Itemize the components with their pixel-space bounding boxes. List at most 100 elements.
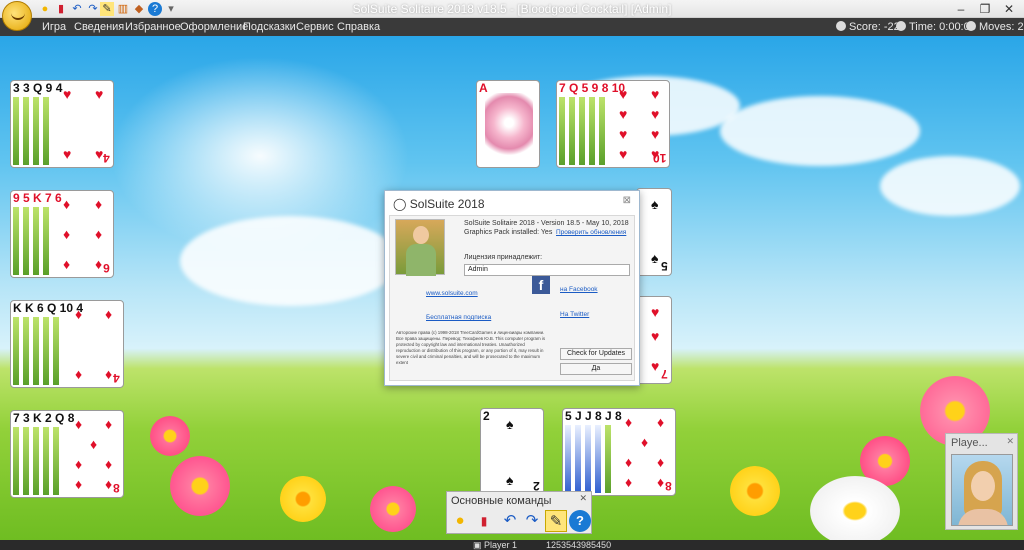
tableau-column-2[interactable]: 9 5 K 7 6 ♦ ♦ ♦ ♦ ♦ ♦ 6 xyxy=(10,190,114,278)
undo-icon[interactable]: ↶ xyxy=(499,510,521,532)
menu-info[interactable]: Сведения xyxy=(74,21,124,33)
close-button[interactable]: ✕ xyxy=(998,1,1020,17)
heart-icon: ♥ xyxy=(651,304,660,320)
dialog-title-text: SolSuite 2018 xyxy=(409,197,485,211)
lady-portrait-image xyxy=(395,219,445,276)
diamond-icon: ♦ xyxy=(105,416,113,432)
tableau-column-9[interactable]: 5 J J 8 J 8 ♦ ♦ ♦ ♦ ♦ ♦ ♦ 8 xyxy=(562,408,676,496)
menu-appearance[interactable]: Оформление xyxy=(180,21,248,33)
dialog-close-button[interactable]: ⊠ xyxy=(623,195,631,206)
heart-icon: ♥ xyxy=(619,106,628,122)
clock-icon xyxy=(896,21,906,31)
menu-service[interactable]: Сервис xyxy=(296,21,334,33)
spade-icon: ♠ xyxy=(651,250,659,266)
check-updates-link[interactable]: Проверить обновления xyxy=(556,229,626,236)
facebook-link[interactable]: на Facebook xyxy=(560,286,598,293)
hint-icon[interactable]: ✎ xyxy=(545,510,567,532)
command-toolbar-title: Основные команды xyxy=(451,495,552,507)
diamond-icon: ♦ xyxy=(657,414,665,430)
tableau-column-1[interactable]: 3 3 Q 9 4 ♥ ♥ ♥ ♥ 4 xyxy=(10,80,114,168)
newsletter-link[interactable]: Бесплатная подписка xyxy=(426,314,491,321)
status-bar: ▣ Player 1 1253543985450 xyxy=(0,540,1024,550)
command-toolbar-close[interactable]: ✕ xyxy=(579,493,587,504)
diamond-icon: ♦ xyxy=(95,226,103,242)
diamond-icon: ♦ xyxy=(625,414,633,430)
card-corner-rank: 8 xyxy=(113,481,120,495)
tableau-column-5[interactable]: 7 Q 5 9 8 10 ♥ ♥ ♥ ♥ ♥ ♥ ♥ ♥ 10 xyxy=(556,80,670,168)
about-dialog: ◯ SolSuite 2018 ⊠ SolSuite Solitaire 201… xyxy=(384,190,640,386)
heart-icon: ♥ xyxy=(651,328,660,344)
menu-favorites[interactable]: Избранное xyxy=(125,21,181,33)
score-display: Score: -22 xyxy=(836,21,900,33)
spade-icon: ♠ xyxy=(506,472,514,488)
twitter-link[interactable]: На Twitter xyxy=(560,311,589,318)
ok-button[interactable]: Да xyxy=(560,363,632,375)
player-panel-close[interactable]: ✕ xyxy=(1006,436,1014,447)
card-corner-rank: 5 xyxy=(661,259,668,273)
diamond-icon: ♦ xyxy=(63,196,71,212)
card-ranks: K K 6 Q 10 4 xyxy=(13,301,84,315)
heart-icon: ♥ xyxy=(619,86,628,102)
new-game-icon[interactable]: ● xyxy=(449,510,471,532)
diamond-icon: ♦ xyxy=(75,456,83,472)
legal-text: Авторские права (c) 1998-2018 TreeCardGa… xyxy=(396,330,546,365)
help-icon[interactable]: ? xyxy=(569,510,591,532)
time-display: Time: 0:00:08 xyxy=(896,21,976,33)
restore-button[interactable]: ❐ xyxy=(974,1,996,17)
command-toolbar: Основные команды ✕ ● ▮ ↶ ↷ ✎ ? xyxy=(446,491,592,534)
dialog-title: ◯ SolSuite 2018 xyxy=(393,197,485,211)
diamond-icon: ♦ xyxy=(75,366,83,382)
diamond-icon: ♦ xyxy=(90,436,98,452)
menu-game[interactable]: Игра xyxy=(42,21,66,33)
card-ranks: 3 3 Q 9 4 xyxy=(13,81,63,95)
card-corner-rank: 7 xyxy=(661,367,668,381)
version-text: SolSuite Solitaire 2018 - Version 18.5 -… xyxy=(464,220,629,227)
facebook-icon[interactable]: f xyxy=(532,276,550,294)
diamond-icon: ♦ xyxy=(95,256,103,272)
tableau-column-8[interactable]: 2 ♠ ♠ 2 xyxy=(480,408,544,496)
diamond-icon: ♦ xyxy=(625,474,633,490)
check-updates-button[interactable]: Check for Updates xyxy=(560,348,632,360)
spade-icon: ♠ xyxy=(506,416,514,432)
heart-icon: ♥ xyxy=(619,126,628,142)
card-ranks: 7 Q 5 9 8 10 xyxy=(559,81,626,95)
title-bar: ● ▮ ↶ ↷ ✎ ▥ ◆ ? ▾ SolSuite Solitaire 201… xyxy=(0,0,1024,31)
menu-help[interactable]: Справка xyxy=(337,21,380,33)
diamond-icon: ♦ xyxy=(105,366,113,382)
score-icon xyxy=(836,21,846,31)
flower-artwork xyxy=(485,93,533,159)
minimize-button[interactable]: – xyxy=(950,1,972,17)
card-ranks: 5 J J 8 J 8 xyxy=(565,409,622,423)
licensed-label: Лицензия принадлежит: xyxy=(464,254,543,261)
app-logo-icon[interactable] xyxy=(2,1,32,31)
cloud xyxy=(180,216,400,306)
moves-icon xyxy=(966,21,976,31)
heart-icon: ♥ xyxy=(63,86,72,102)
card-ranks: 7 3 K 2 Q 8 xyxy=(13,411,75,425)
tableau-column-3[interactable]: K K 6 Q 10 4 ♦ ♦ ♦ ♦ 4 xyxy=(10,300,124,388)
cloud xyxy=(720,96,920,166)
flower xyxy=(150,416,190,456)
diamond-icon: ♦ xyxy=(75,476,83,492)
flower xyxy=(810,476,900,540)
card-corner-rank: 8 xyxy=(665,479,672,493)
diamond-icon: ♦ xyxy=(105,306,113,322)
diamond-icon: ♦ xyxy=(63,226,71,242)
diamond-icon: ♦ xyxy=(657,454,665,470)
tableau-column-7[interactable]: ♥ ♥ ♥ 7 xyxy=(636,296,672,384)
redo-icon[interactable]: ↷ xyxy=(521,510,543,532)
avatar[interactable] xyxy=(951,454,1013,526)
foundation-pile[interactable]: A xyxy=(476,80,540,168)
card-icon[interactable]: ▮ xyxy=(473,510,495,532)
tableau-column-6[interactable]: ♠ ♠ 5 xyxy=(636,188,672,276)
diamond-icon: ♦ xyxy=(105,456,113,472)
flower xyxy=(370,486,416,532)
card-corner-rank: 4 xyxy=(103,151,110,165)
moves-text: Moves: 2 xyxy=(979,21,1024,33)
menu-hints[interactable]: Подсказки xyxy=(243,21,296,33)
website-link[interactable]: www.solsuite.com xyxy=(426,290,478,297)
card-corner-rank: 4 xyxy=(113,371,120,385)
diamond-icon: ♦ xyxy=(641,434,649,450)
tableau-column-4[interactable]: 7 3 K 2 Q 8 ♦ ♦ ♦ ♦ ♦ ♦ ♦ 8 xyxy=(10,410,124,498)
status-player: ▣ Player 1 xyxy=(473,540,518,550)
